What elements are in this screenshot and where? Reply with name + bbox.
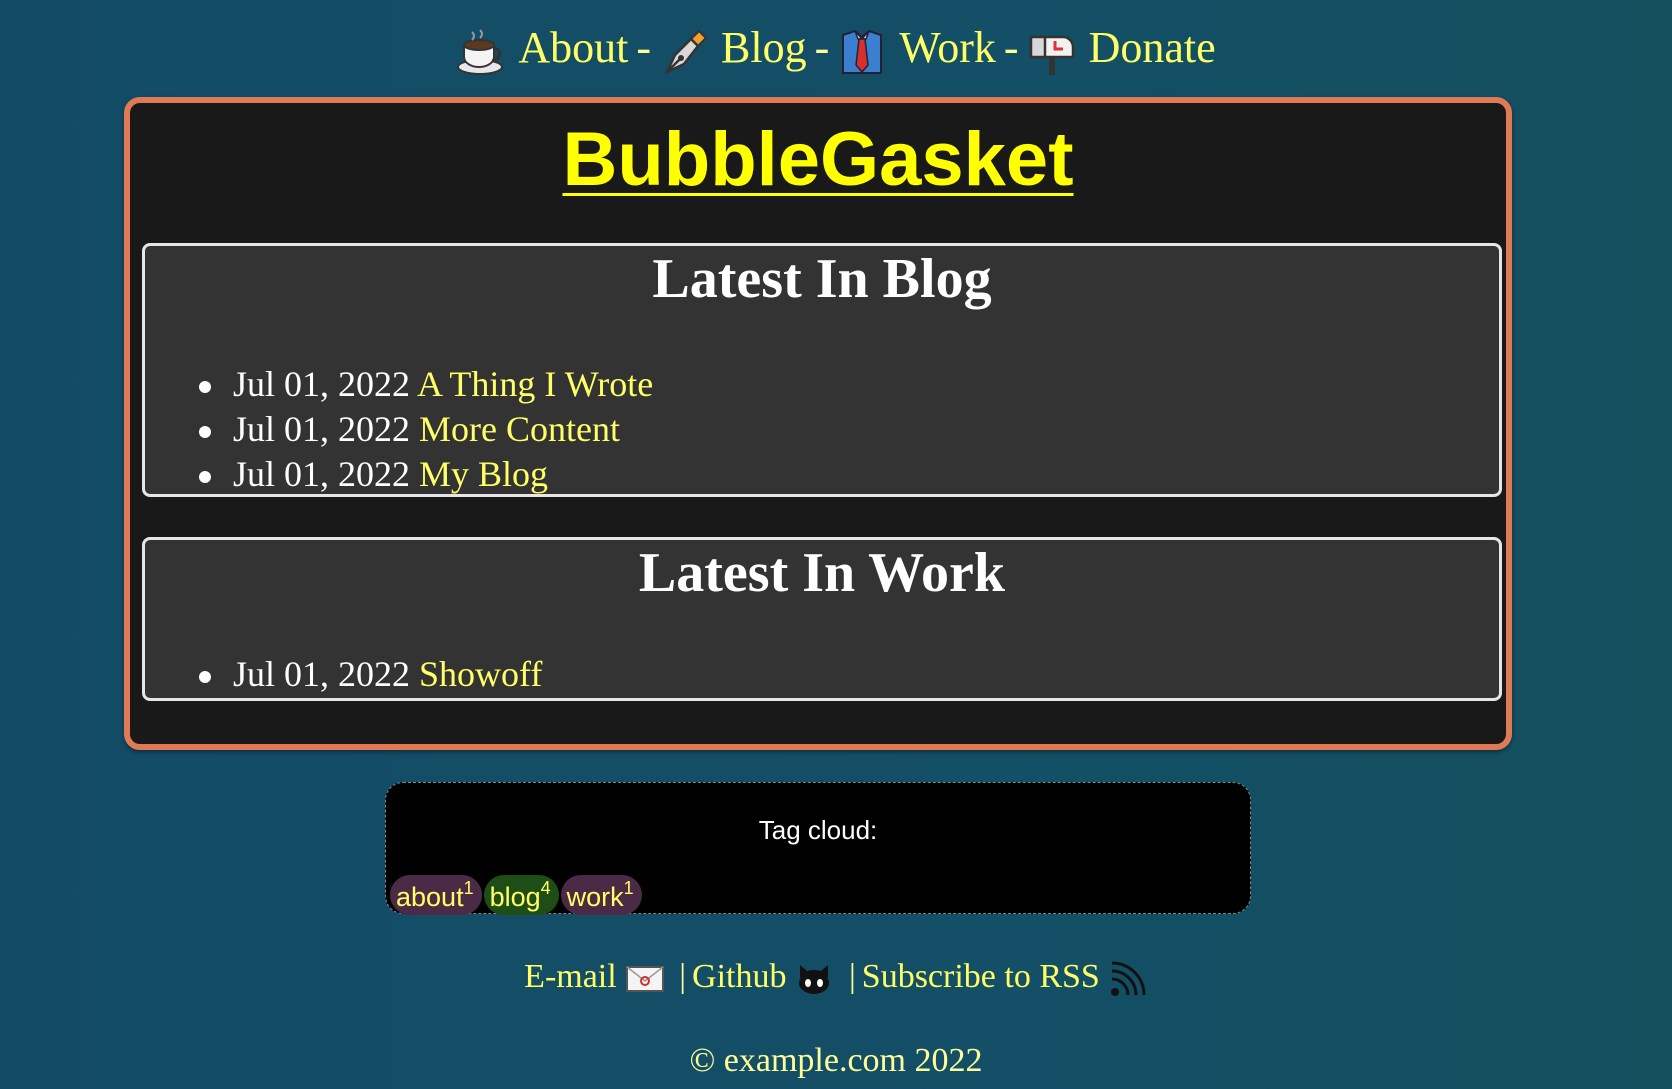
nav-label-about: About [518,22,629,72]
nav-separator: - [1003,22,1019,72]
github-icon [794,959,834,999]
tag-count: 1 [463,878,474,898]
work-post-list: Jul 01, 2022 Showoff [145,652,542,697]
post-link[interactable]: More Content [419,409,620,449]
shirt-tie-icon [837,27,887,77]
tag-count: 1 [623,878,634,898]
email-link[interactable]: E-mail [524,958,665,995]
nav-item-donate[interactable]: Donate [1027,18,1216,78]
tag-list: about1 blog4 work1 [390,875,644,915]
post-date: Jul 01, 2022 [233,409,411,449]
fountain-pen-icon [659,27,709,77]
coffee-cup-icon [456,27,506,77]
tag-name: about [396,882,464,912]
blog-post-list: Jul 01, 2022 A Thing I Wrote Jul 01, 202… [145,362,653,497]
site-title-link[interactable]: BubbleGasket [562,117,1073,202]
latest-work-section: Latest In Work Jul 01, 2022 Showoff [142,537,1502,701]
main-card: BubbleGasket Latest In Blog Jul 01, 2022… [124,97,1512,750]
post-link[interactable]: A Thing I Wrote [417,364,653,404]
latest-blog-heading: Latest In Blog [652,248,992,310]
nav-item-work[interactable]: Work [837,18,996,78]
tag-name: work [566,882,624,912]
list-item: Jul 01, 2022 More Content [198,407,653,452]
nav-separator: - [814,22,830,72]
tag-cloud-label: Tag cloud: [758,815,878,845]
post-link[interactable]: Showoff [419,654,542,694]
latest-blog-section: Latest In Blog Jul 01, 2022 A Thing I Wr… [142,243,1502,497]
nav-label-work: Work [899,22,996,72]
list-item: Jul 01, 2022 A Thing I Wrote [198,362,653,407]
nav-item-about[interactable]: About [456,18,628,78]
mailbox-icon [1027,27,1077,77]
tag-blog[interactable]: blog4 [483,875,559,915]
tag-about[interactable]: about1 [390,875,482,915]
latest-work-heading: Latest In Work [638,542,1006,604]
rss-icon [1108,959,1148,999]
github-label: Github [692,958,787,995]
footer-separator: | [848,958,856,995]
footer-links: E-mail | Github | Subscribe to RSS [0,952,1672,1002]
email-label: E-mail [524,958,617,995]
envelope-icon [625,959,665,999]
nav-item-blog[interactable]: Blog [659,18,807,78]
post-date: Jul 01, 2022 [233,654,411,694]
nav-label-blog: Blog [721,22,807,72]
site-title: BubbleGasket [130,115,1506,205]
rss-label: Subscribe to RSS [861,958,1100,995]
github-link[interactable]: Github [692,958,834,995]
list-item: Jul 01, 2022 My Blog [198,452,653,497]
footer-separator: | [679,958,687,995]
tag-work[interactable]: work1 [560,875,642,915]
tag-name: blog [489,882,541,912]
post-date: Jul 01, 2022 [233,454,411,494]
rss-link[interactable]: Subscribe to RSS [861,958,1148,997]
tag-count: 4 [540,878,551,898]
copyright: © example.com 2022 [689,1042,983,1079]
nav-separator: - [636,22,652,72]
post-link[interactable]: My Blog [419,454,548,494]
tag-cloud: Tag cloud: about1 blog4 work1 [385,782,1251,915]
top-nav: About - Blog - Work - Donate [0,14,1672,78]
post-date: Jul 01, 2022 [233,364,411,404]
list-item: Jul 01, 2022 Showoff [198,652,542,697]
nav-label-donate: Donate [1088,22,1216,72]
